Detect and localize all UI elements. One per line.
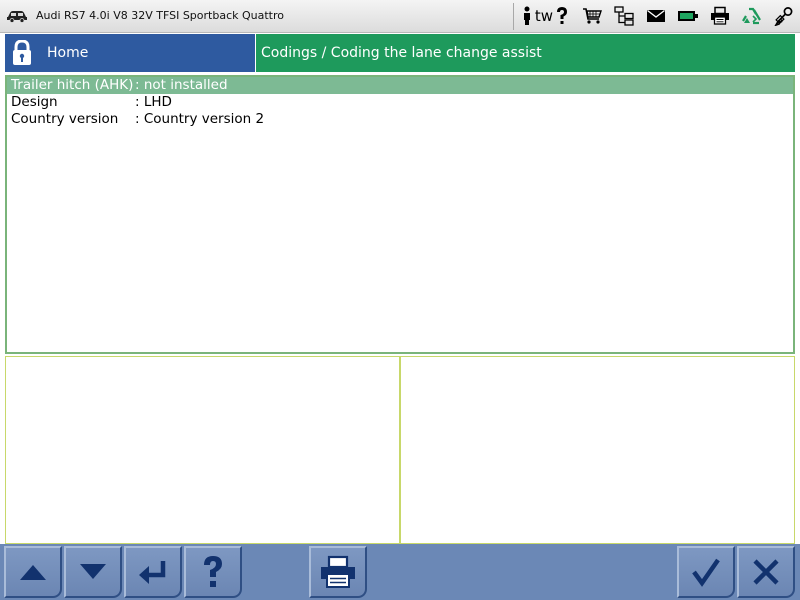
battery-icon	[677, 5, 699, 27]
cart-icon[interactable]	[581, 5, 603, 27]
home-label: Home	[47, 45, 89, 61]
coding-list: Trailer hitch (AHK) : not installed Desi…	[5, 75, 795, 354]
bottom-toolbar	[0, 544, 800, 600]
coding-label: Design	[11, 94, 58, 110]
breadcrumb-bar: Codings / Coding the lane change assist	[256, 34, 795, 72]
print-icon[interactable]	[709, 5, 731, 27]
list-item[interactable]: Trailer hitch (AHK) : not installed	[7, 77, 793, 94]
lock-icon	[13, 40, 31, 65]
coding-value: : LHD	[135, 94, 172, 110]
enter-button[interactable]	[124, 546, 182, 598]
mail-icon[interactable]	[645, 5, 667, 27]
list-item[interactable]: Design : LHD	[7, 94, 793, 111]
key-icon[interactable]	[773, 5, 795, 27]
print-icon	[321, 555, 355, 588]
coding-label: Country version	[11, 111, 119, 127]
scroll-down-button[interactable]	[64, 546, 122, 598]
home-button[interactable]: Home	[5, 34, 255, 72]
arrow-down-icon	[80, 564, 106, 579]
vehicle-title: Audi RS7 4.0i V8 32V TFSI Sportback Quat…	[36, 9, 284, 22]
print-button[interactable]	[309, 546, 367, 598]
checkmark-icon	[692, 558, 720, 587]
toolbar-divider	[513, 3, 514, 30]
info-panel-right	[400, 356, 795, 544]
network-icon[interactable]	[613, 5, 635, 27]
car-icon	[7, 11, 27, 23]
arrow-up-icon	[20, 565, 46, 580]
coding-value: : Country version 2	[135, 111, 265, 127]
list-item[interactable]: Country version : Country version 2	[7, 111, 793, 128]
help-icon	[204, 556, 222, 587]
recycle-icon[interactable]	[741, 5, 763, 27]
coding-value: : not installed	[135, 77, 228, 93]
confirm-button[interactable]	[677, 546, 735, 598]
close-icon	[753, 559, 779, 585]
help-button[interactable]	[184, 546, 242, 598]
info-panel-left	[5, 356, 400, 544]
info-person-icon[interactable]	[520, 5, 534, 27]
breadcrumb: Codings / Coding the lane change assist	[261, 45, 542, 61]
enter-icon	[139, 561, 166, 584]
coding-label: Trailer hitch (AHK)	[11, 77, 134, 93]
top-bar: Audi RS7 4.0i V8 32V TFSI Sportback Quat…	[0, 0, 800, 33]
scroll-up-button[interactable]	[4, 546, 62, 598]
help-icon[interactable]	[551, 5, 573, 27]
cancel-button[interactable]	[737, 546, 795, 598]
